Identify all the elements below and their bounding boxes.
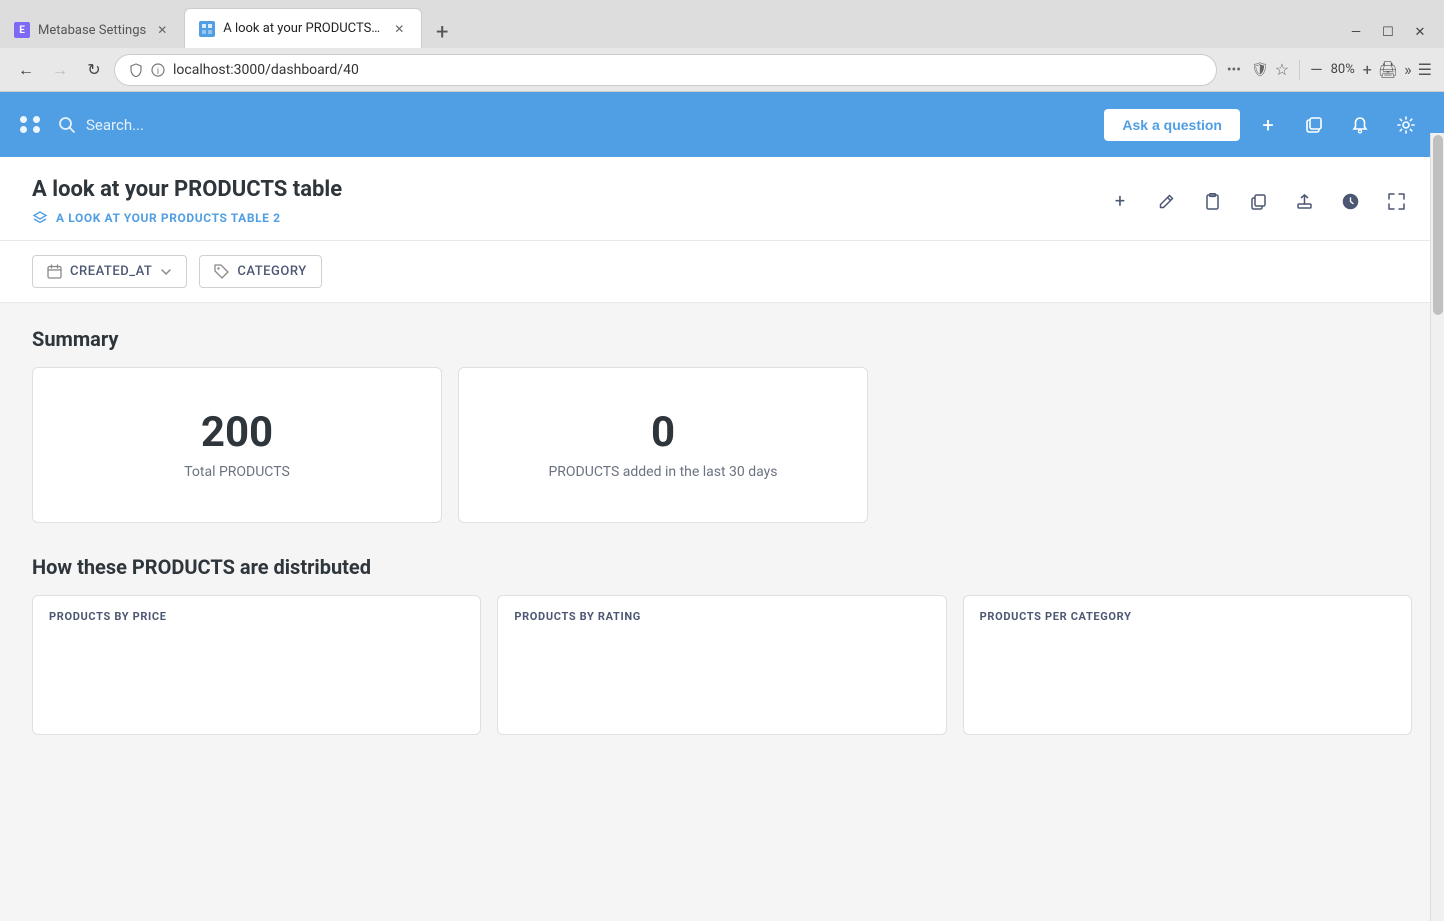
shield-button[interactable]: 🛡 xyxy=(1251,62,1269,78)
address-bar: ← → ↻ i localhost:3000/dashboard/40 ••• … xyxy=(0,48,1444,92)
new-item-button[interactable]: + xyxy=(1250,107,1286,143)
tab-metabase-settings[interactable]: E Metabase Settings ✕ xyxy=(0,12,184,48)
tab2-close[interactable]: ✕ xyxy=(391,21,407,37)
scrollbar-track[interactable] xyxy=(1430,133,1444,921)
chart-card-category: PRODUCTS per CATEGORY xyxy=(963,595,1412,735)
info-button[interactable] xyxy=(1196,186,1228,218)
chart-card-rating-title: PRODUCTS by RATING xyxy=(514,610,929,623)
reload-button[interactable]: ↻ xyxy=(80,56,108,84)
tab-bar: E Metabase Settings ✕ A look at your PRO… xyxy=(0,0,1444,48)
tab2-title: A look at your PRODUCTS tabl xyxy=(223,21,383,36)
total-products-label: Total PRODUCTS xyxy=(184,464,290,480)
dashboard-title: A look at your PRODUCTS table xyxy=(32,177,342,202)
app-logo[interactable] xyxy=(20,116,42,133)
print-button[interactable]: 🖨 xyxy=(1378,60,1398,79)
search-icon xyxy=(58,116,76,134)
metabase-app: Search... Ask a question + A look at you… xyxy=(0,92,1444,883)
more-options-button[interactable]: ••• xyxy=(1223,58,1245,82)
tab1-close[interactable]: ✕ xyxy=(154,22,170,38)
clock-icon xyxy=(1342,193,1359,210)
copy2-icon xyxy=(1250,193,1267,210)
share-button[interactable] xyxy=(1288,186,1320,218)
ask-question-button[interactable]: Ask a question xyxy=(1104,109,1240,141)
shield-icon xyxy=(129,63,143,77)
url-text: localhost:3000/dashboard/40 xyxy=(173,62,1202,78)
bookmark-button[interactable]: ☆ xyxy=(1275,60,1289,79)
search-placeholder: Search... xyxy=(86,116,144,134)
svg-text:i: i xyxy=(157,67,159,77)
tab-products-table[interactable]: A look at your PRODUCTS tabl ✕ xyxy=(184,8,422,48)
pencil-icon xyxy=(1158,193,1175,210)
summary-cards: 200 Total PRODUCTS 0 PRODUCTS added in t… xyxy=(32,367,1412,523)
menu-button[interactable]: ☰ xyxy=(1418,60,1432,79)
filter-created-at[interactable]: CREATED_AT xyxy=(32,255,187,288)
chart-cards: PRODUCTS by PRICE PRODUCTS by RATING PRO… xyxy=(32,595,1412,735)
filter-category[interactable]: CATEGORY xyxy=(199,255,321,288)
app-header: Search... Ask a question + xyxy=(0,92,1444,157)
recent-products-label: PRODUCTS added in the last 30 days xyxy=(548,464,777,480)
maximize-button[interactable]: ☐ xyxy=(1372,16,1404,48)
settings-button[interactable] xyxy=(1388,107,1424,143)
add-card-button[interactable]: + xyxy=(1104,186,1136,218)
url-bar[interactable]: i localhost:3000/dashboard/40 xyxy=(114,54,1217,86)
zoom-in-button[interactable]: + xyxy=(1363,60,1372,79)
back-button[interactable]: ← xyxy=(12,56,40,84)
bell-icon xyxy=(1351,116,1369,134)
recent-products-value: 0 xyxy=(651,410,675,456)
summary-section-title: Summary xyxy=(32,327,1412,351)
chart-card-price-title: PRODUCTS by PRICE xyxy=(49,610,464,623)
copy-button[interactable] xyxy=(1296,107,1332,143)
edit-button[interactable] xyxy=(1150,186,1182,218)
gear-icon xyxy=(1397,116,1415,134)
chart-card-price: PRODUCTS by PRICE xyxy=(32,595,481,735)
tag-icon xyxy=(214,264,229,279)
zoom-level: 80% xyxy=(1329,62,1357,77)
expand-icon xyxy=(1388,193,1405,210)
notifications-button[interactable] xyxy=(1342,107,1378,143)
info-icon: i xyxy=(151,63,165,77)
distribution-section-title: How these PRODUCTS are distributed xyxy=(32,555,1412,579)
dashboard-subtitle-text: A LOOK AT YOUR PRODUCTS TABLE 2 xyxy=(56,211,281,225)
dashboard-header: A look at your PRODUCTS table A LOOK AT … xyxy=(0,157,1444,241)
copy-icon xyxy=(1305,116,1323,134)
dashboard-title-area: A look at your PRODUCTS table A LOOK AT … xyxy=(32,177,342,226)
summary-card-recent: 0 PRODUCTS added in the last 30 days xyxy=(458,367,868,523)
dashboard-toolbar: + xyxy=(1104,186,1412,218)
upload-icon xyxy=(1296,193,1313,210)
fullscreen-button[interactable] xyxy=(1380,186,1412,218)
minimize-button[interactable]: — xyxy=(1340,16,1372,48)
extensions-button[interactable]: » xyxy=(1404,60,1412,79)
zoom-out-button[interactable]: — xyxy=(1310,60,1323,79)
dashboard-content: Summary 200 Total PRODUCTS 0 PRODUCTS ad… xyxy=(0,303,1444,883)
forward-button[interactable]: → xyxy=(46,56,74,84)
layers-icon xyxy=(32,210,48,226)
scrollbar-thumb[interactable] xyxy=(1433,135,1443,315)
search-bar[interactable]: Search... xyxy=(58,116,1088,134)
chart-card-rating: PRODUCTS by RATING xyxy=(497,595,946,735)
header-actions: Ask a question + xyxy=(1104,107,1424,143)
tab1-favicon: E xyxy=(14,22,30,38)
window-controls: — ☐ ✕ xyxy=(1340,16,1444,48)
chevron-down-icon xyxy=(160,266,172,278)
filter-created-at-label: CREATED_AT xyxy=(70,264,152,279)
new-tab-button[interactable]: + xyxy=(426,16,458,48)
schedule-button[interactable] xyxy=(1334,186,1366,218)
close-button[interactable]: ✕ xyxy=(1404,16,1436,48)
chart-card-category-title: PRODUCTS per CATEGORY xyxy=(980,610,1395,623)
calendar-icon xyxy=(47,264,62,279)
tab1-title: Metabase Settings xyxy=(38,23,146,38)
duplicate-button[interactable] xyxy=(1242,186,1274,218)
filter-category-label: CATEGORY xyxy=(237,264,306,279)
total-products-value: 200 xyxy=(201,410,273,456)
browser-chrome: E Metabase Settings ✕ A look at your PRO… xyxy=(0,0,1444,92)
summary-card-total: 200 Total PRODUCTS xyxy=(32,367,442,523)
dashboard-subtitle[interactable]: A LOOK AT YOUR PRODUCTS TABLE 2 xyxy=(32,210,342,226)
filters-bar: CREATED_AT CATEGORY xyxy=(0,241,1444,303)
tab2-favicon xyxy=(199,21,215,37)
clipboard-icon xyxy=(1204,193,1221,210)
